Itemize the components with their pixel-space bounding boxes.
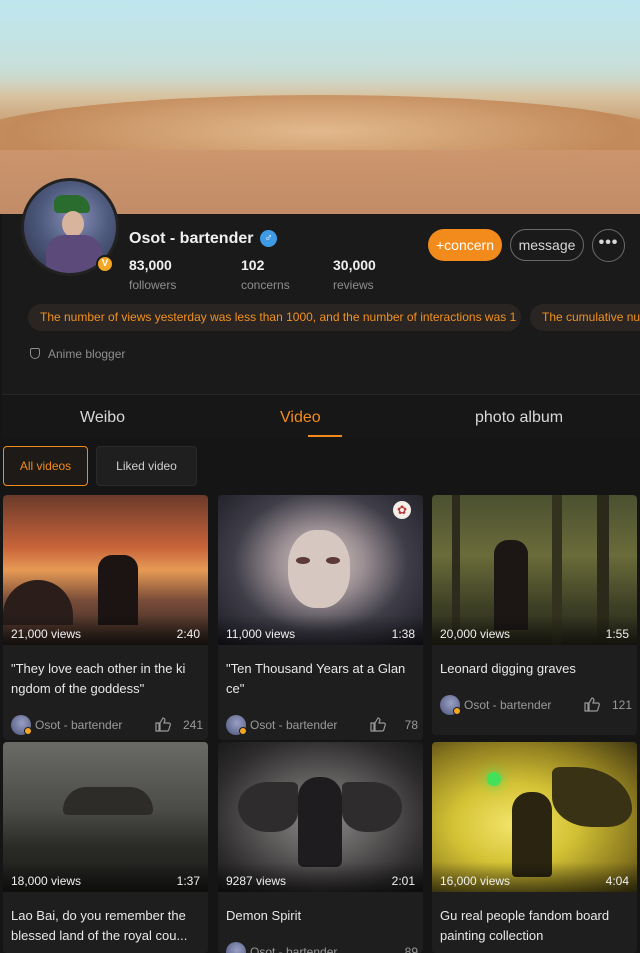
view-count: 16,000 views [440, 874, 511, 888]
thumbs-up-icon[interactable] [584, 697, 600, 712]
video-meta: Osot - bartender 89 [226, 942, 418, 953]
wing [238, 782, 298, 832]
like-count: 121 [611, 698, 632, 712]
filter-liked-video[interactable]: Liked video [96, 446, 197, 486]
stat-followers[interactable]: 83,000 followers [129, 257, 176, 292]
avatar-body [46, 235, 102, 273]
verified-badge-icon [453, 707, 461, 715]
wing [342, 782, 402, 832]
profile-name: Osot - bartender [129, 230, 254, 247]
author-name[interactable]: Osot - bartender [250, 718, 337, 732]
view-count: 9287 views [226, 874, 287, 888]
stat-label: concerns [241, 278, 290, 292]
tab-photo-album[interactable]: photo album [475, 409, 563, 427]
video-title[interactable]: "They love each other in the ki ngdom of… [11, 659, 203, 699]
eye [296, 557, 310, 564]
stat-concerns[interactable]: 102 concerns [241, 257, 290, 292]
stat-value: 30,000 [333, 257, 376, 273]
video-thumbnail[interactable]: 9287 views 2:01 [218, 742, 423, 892]
verified-badge-icon: V [96, 255, 114, 273]
video-title[interactable]: "Ten Thousand Years at a Glan ce" [226, 659, 418, 699]
video-thumbnail[interactable]: 20,000 views 1:55 [432, 495, 637, 645]
notice-pill[interactable]: The number of views yesterday was less t… [28, 304, 521, 331]
author-name[interactable]: Osot - bartender [464, 698, 551, 712]
video-thumbnail[interactable]: ✿ 11,000 views 1:38 [218, 495, 423, 645]
author-name[interactable]: Osot - bartender [250, 945, 337, 953]
video-title[interactable]: Leonard digging graves [440, 659, 632, 679]
stat-label: followers [129, 278, 177, 292]
tab-weibo[interactable]: Weibo [80, 409, 125, 427]
view-count: 11,000 views [226, 627, 296, 641]
video-meta: Osot - bartender 121 [440, 695, 632, 715]
video-meta: Osot - bartender 241 [11, 715, 203, 735]
verified-badge-icon [24, 727, 32, 735]
male-icon: ♂ [260, 230, 277, 247]
video-title[interactable]: Demon Spirit [226, 906, 418, 926]
blogger-tag-label: Anime blogger [48, 347, 126, 361]
stat-value: 102 [241, 257, 265, 273]
view-count: 20,000 views [440, 627, 511, 641]
notice-pill[interactable]: The cumulative nur [530, 304, 640, 331]
filter-all-videos[interactable]: All videos [3, 446, 88, 486]
video-thumbnail[interactable]: 18,000 views 1:37 [3, 742, 208, 892]
wing [552, 767, 632, 827]
video-meta: Osot - bartender 78 [226, 715, 418, 735]
view-count: 18,000 views [11, 874, 82, 888]
cover-banner [0, 0, 640, 214]
tab-video[interactable]: Video [280, 409, 321, 427]
figures [63, 787, 153, 815]
avatar-face [62, 211, 84, 237]
stat-reviews[interactable]: 30,000 reviews [333, 257, 376, 292]
verified-badge-icon [239, 727, 247, 735]
flower-icon: ✿ [393, 501, 411, 519]
blogger-tag: Anime blogger [30, 347, 125, 361]
message-button[interactable]: message [510, 229, 584, 261]
green-glow [487, 772, 501, 786]
video-title[interactable]: Gu real people fandom board painting col… [440, 906, 632, 946]
video-thumbnail[interactable]: 21,000 views 2:40 [3, 495, 208, 645]
thumbs-up-icon[interactable] [370, 717, 386, 732]
active-tab-indicator [308, 435, 342, 437]
video-title[interactable]: Lao Bai, do you remember the blessed lan… [11, 906, 203, 946]
video-thumbnail[interactable]: 16,000 views 4:04 [432, 742, 637, 892]
video-card[interactable]: 21,000 views 2:40 "They love each other … [3, 495, 208, 740]
video-card[interactable]: 9287 views 2:01 Demon Spirit Osot - bart… [218, 742, 423, 953]
author-avatar[interactable] [226, 942, 246, 953]
thumbs-up-icon[interactable] [155, 717, 171, 732]
demon-figure [298, 777, 342, 867]
face [288, 530, 350, 608]
view-count: 21,000 views [11, 627, 82, 641]
video-card[interactable]: 16,000 views 4:04 Gu real people fandom … [432, 742, 637, 953]
more-options-button[interactable]: ••• [592, 229, 625, 262]
eye [326, 557, 340, 564]
banner-sky [0, 0, 640, 95]
video-card[interactable]: 18,000 views 1:37 Lao Bai, do you rememb… [3, 742, 208, 953]
author-name[interactable]: Osot - bartender [35, 718, 122, 732]
like-count: 89 [404, 945, 418, 953]
stat-label: reviews [333, 278, 374, 292]
duration: 1:55 [605, 627, 629, 641]
duration: 2:01 [391, 874, 415, 888]
duration: 1:37 [176, 874, 200, 888]
video-card[interactable]: 20,000 views 1:55 Leonard digging graves… [432, 495, 637, 735]
video-card[interactable]: ✿ 11,000 views 1:38 "Ten Thousand Years … [218, 495, 423, 740]
duration: 4:04 [605, 874, 629, 888]
like-count: 241 [182, 718, 203, 732]
duration: 2:40 [176, 627, 200, 641]
concern-button[interactable]: +concern [428, 229, 502, 261]
shield-icon [30, 348, 40, 359]
duration: 1:38 [391, 627, 415, 641]
stat-value: 83,000 [129, 257, 172, 273]
like-count: 78 [404, 718, 418, 732]
tab-bar: Weibo Video photo album [2, 394, 640, 438]
